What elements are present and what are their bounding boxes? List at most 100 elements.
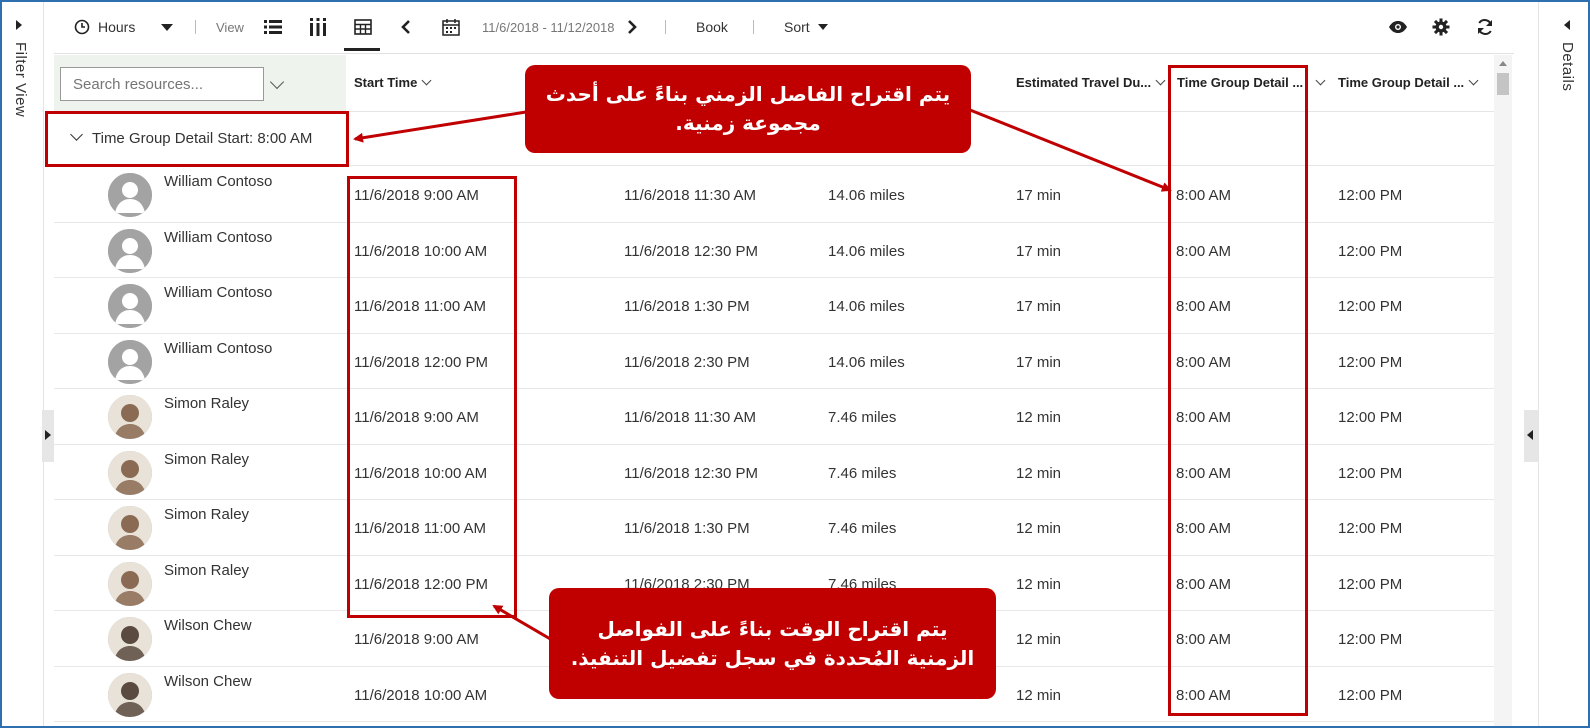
chevron-down-icon — [817, 24, 828, 30]
column-label: Time Group Detail ... — [1338, 75, 1465, 90]
highlight-group-header — [45, 111, 349, 167]
travel-duration-cell: 17 min — [1016, 187, 1062, 204]
separator — [753, 20, 754, 34]
column-view-icon — [310, 18, 326, 36]
visibility-button[interactable] — [1388, 2, 1408, 52]
distance-cell: 14.06 miles — [828, 187, 905, 204]
avatar — [108, 672, 152, 717]
date-range[interactable]: 11/6/2018 - 11/12/2018 — [482, 2, 615, 52]
highlight-time-group-column — [1168, 65, 1308, 716]
avatar — [108, 284, 152, 328]
separator — [195, 20, 196, 34]
left-pane-handle[interactable] — [42, 410, 54, 462]
chevron-down-icon — [1315, 75, 1326, 86]
resource-name[interactable]: William Contoso — [164, 340, 272, 357]
scroll-thumb[interactable] — [1497, 73, 1509, 95]
end-time-cell: 11/6/2018 1:30 PM — [624, 520, 750, 537]
eye-icon — [1389, 21, 1407, 33]
resource-name[interactable]: Simon Raley — [164, 395, 249, 412]
refresh-icon — [1478, 19, 1492, 35]
time-group-end-cell: 12:00 PM — [1338, 242, 1403, 260]
refresh-button[interactable] — [1476, 2, 1494, 52]
travel-duration-cell: 12 min — [1016, 520, 1062, 537]
details-label[interactable]: Details — [1559, 42, 1576, 91]
end-time-cell: 11/6/2018 12:30 PM — [624, 242, 758, 260]
chevron-down-icon — [1468, 75, 1479, 86]
expand-details-icon[interactable] — [1564, 20, 1570, 30]
distance-cell: 7.46 miles — [828, 464, 897, 482]
resource-name[interactable]: Wilson Chew — [164, 617, 252, 634]
time-group-end-cell: 12:00 PM — [1338, 187, 1403, 204]
column-header-start-time[interactable]: Start Time — [354, 75, 432, 90]
avatar — [108, 450, 152, 495]
calendar-button[interactable] — [442, 2, 460, 52]
chevron-right-icon — [628, 20, 637, 34]
distance-cell: 14.06 miles — [828, 242, 905, 260]
hours-dropdown[interactable]: Hours — [74, 2, 174, 52]
gear-icon — [1432, 18, 1450, 36]
time-group-end-cell: 12:00 PM — [1338, 298, 1403, 315]
resource-name[interactable]: William Contoso — [164, 229, 272, 246]
travel-duration-cell: 17 min — [1016, 353, 1062, 371]
chevron-left-icon — [401, 20, 410, 34]
chevron-down-icon — [161, 23, 174, 31]
distance-cell: 14.06 miles — [828, 298, 905, 315]
next-button[interactable] — [626, 2, 638, 52]
distance-cell: 7.46 miles — [828, 520, 897, 537]
resource-name[interactable]: Simon Raley — [164, 562, 249, 579]
resource-name[interactable]: William Contoso — [164, 173, 272, 190]
travel-duration-cell: 12 min — [1016, 409, 1062, 426]
right-pane-handle[interactable] — [1524, 410, 1538, 462]
resource-name[interactable]: Wilson Chew — [164, 673, 252, 690]
expand-right-icon[interactable] — [1527, 430, 1533, 440]
scroll-up-icon[interactable] — [1499, 61, 1507, 66]
resource-name[interactable]: Simon Raley — [164, 506, 249, 523]
start-time-cell: 11/6/2018 9:00 AM — [354, 631, 479, 648]
resource-name[interactable]: William Contoso — [164, 284, 272, 301]
chevron-down-icon — [421, 75, 432, 86]
grid-view-button[interactable] — [354, 2, 372, 52]
book-button[interactable]: Book — [696, 2, 728, 52]
time-group-end-cell: 12:00 PM — [1338, 631, 1403, 648]
end-time-cell: 11/6/2018 11:30 AM — [624, 409, 757, 426]
travel-duration-cell: 12 min — [1016, 575, 1062, 593]
start-time-cell: 11/6/2018 10:00 AM — [354, 686, 488, 704]
column-header-time-group-end[interactable]: Time Group Detail ... — [1338, 75, 1479, 90]
end-time-cell: 11/6/2018 1:30 PM — [624, 298, 750, 315]
filter-view-panel[interactable]: Filter View — [2, 2, 44, 726]
resource-name[interactable]: Simon Raley — [164, 451, 249, 468]
avatar — [108, 228, 152, 273]
column-header-travel-duration[interactable]: Estimated Travel Du... — [1016, 75, 1166, 90]
list-view-button[interactable] — [264, 2, 282, 52]
avatar — [108, 395, 152, 439]
column-view-button[interactable] — [310, 2, 326, 52]
details-panel[interactable]: Details — [1538, 2, 1588, 726]
column-label: Start Time — [354, 75, 418, 90]
avatar — [108, 561, 152, 606]
travel-duration-cell: 17 min — [1016, 298, 1062, 315]
settings-button[interactable] — [1432, 2, 1450, 52]
chevron-down-icon — [1155, 75, 1166, 86]
expand-filter-icon[interactable] — [16, 20, 22, 30]
time-group-end-cell: 12:00 PM — [1338, 575, 1403, 593]
list-view-icon — [264, 20, 282, 34]
travel-duration-cell: 12 min — [1016, 464, 1062, 482]
filter-view-label[interactable]: Filter View — [12, 42, 29, 117]
grid-view-icon — [354, 19, 372, 35]
time-group-end-cell: 12:00 PM — [1338, 520, 1403, 537]
highlight-start-time-column — [347, 176, 517, 618]
vertical-scrollbar[interactable] — [1494, 55, 1512, 726]
separator — [665, 20, 666, 34]
active-view-indicator — [344, 48, 380, 51]
travel-duration-cell: 17 min — [1016, 242, 1062, 260]
search-input[interactable] — [60, 67, 264, 101]
end-time-cell: 11/6/2018 11:30 AM — [624, 187, 757, 204]
end-time-cell: 11/6/2018 2:30 PM — [624, 353, 750, 371]
distance-cell: 14.06 miles — [828, 353, 905, 371]
previous-button[interactable] — [400, 2, 412, 52]
hours-label: Hours — [98, 19, 136, 35]
avatar — [108, 173, 152, 217]
expand-left-icon[interactable] — [45, 430, 51, 440]
time-group-end-cell: 12:00 PM — [1338, 464, 1403, 482]
sort-dropdown[interactable]: Sort — [784, 2, 828, 52]
